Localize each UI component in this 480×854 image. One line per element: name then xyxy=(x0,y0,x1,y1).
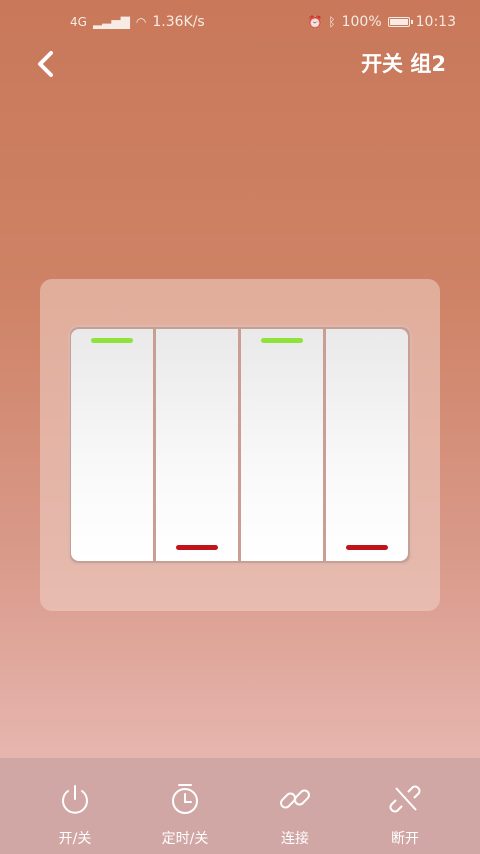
switch-key-4[interactable] xyxy=(326,329,408,561)
connect-button[interactable]: 连接 xyxy=(250,758,340,848)
action-label: 定时/关 xyxy=(161,831,209,847)
action-label: 断开 xyxy=(391,831,419,847)
action-bar: 开/关 定时/关 连接 断开 xyxy=(0,758,480,854)
alarm-icon: ⏰ xyxy=(307,15,323,29)
signal-icon: ▂▃▅▇ xyxy=(92,15,130,29)
indicator-light xyxy=(91,338,133,343)
switch-key-3[interactable] xyxy=(241,329,323,561)
status-bar: 4G ▂▃▅▇ ◠ 1.36K/s ⏰ ᛒ 100% 10:13 xyxy=(0,0,480,44)
page-title: 开关 组2 xyxy=(361,52,446,76)
back-button[interactable] xyxy=(28,44,62,84)
indicator-light xyxy=(346,545,388,550)
wifi-icon: ◠ xyxy=(135,15,147,29)
unlink-icon xyxy=(389,785,421,813)
power-icon xyxy=(62,785,88,814)
timer-off-button[interactable]: 定时/关 xyxy=(140,758,230,848)
timer-icon xyxy=(172,784,198,814)
action-label: 开/关 xyxy=(58,831,92,847)
indicator-light xyxy=(176,545,218,550)
network-speed: 1.36K/s xyxy=(152,14,205,30)
switch-key-1[interactable] xyxy=(71,329,153,561)
battery-percent: 100% xyxy=(341,14,382,30)
network-label: 4G xyxy=(70,15,87,29)
indicator-light xyxy=(261,338,303,343)
switch-key-2[interactable] xyxy=(156,329,238,561)
battery-icon xyxy=(387,17,413,27)
chevron-left-icon xyxy=(38,51,53,77)
action-label: 连接 xyxy=(281,831,309,847)
bluetooth-icon: ᛒ xyxy=(328,15,336,29)
link-icon xyxy=(280,789,310,809)
power-toggle-button[interactable]: 开/关 xyxy=(30,758,120,848)
disconnect-button[interactable]: 断开 xyxy=(360,758,450,848)
clock: 10:13 xyxy=(415,14,456,30)
